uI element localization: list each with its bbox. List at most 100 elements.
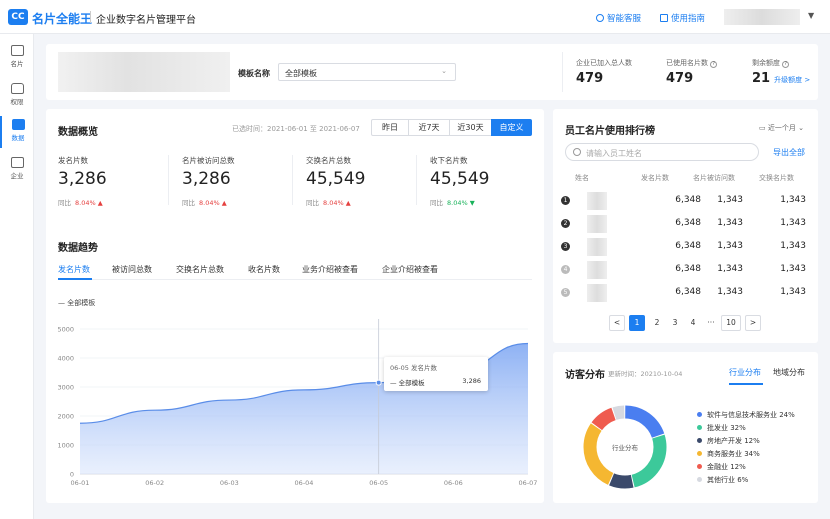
tab-business-intro[interactable]: 业务介绍被查看 bbox=[302, 264, 358, 275]
x-tick-label: 06-05 bbox=[369, 479, 388, 487]
sidebar-item-data[interactable]: 数据 bbox=[0, 116, 34, 148]
visitors-title: 访客分布 bbox=[565, 370, 605, 381]
user-account[interactable] bbox=[724, 9, 800, 25]
series-legend: — 全部模板 bbox=[58, 299, 96, 307]
cell-sent: 6,348 bbox=[675, 287, 701, 297]
kpi-label: 收下名片数 bbox=[430, 156, 468, 165]
export-all-link[interactable]: 导出全部 bbox=[773, 147, 805, 158]
tab-sent[interactable]: 发名片数 bbox=[58, 264, 90, 275]
donut-center-label: 行业分布 bbox=[612, 444, 638, 452]
template-label: 模板名称 bbox=[238, 69, 270, 78]
divider bbox=[90, 11, 91, 23]
y-tick-label: 3000 bbox=[57, 384, 74, 392]
sidebar-item-cards[interactable]: 名片 bbox=[0, 42, 34, 74]
legend-swatch bbox=[697, 451, 702, 456]
cell-exchanged: 1,343 bbox=[780, 218, 806, 228]
cell-sent: 6,348 bbox=[675, 264, 701, 274]
x-tick-label: 06-02 bbox=[145, 479, 164, 487]
legend-swatch bbox=[697, 425, 702, 430]
chart-tooltip: 06-05 发名片数 — 全部模板 3,286 bbox=[384, 357, 488, 391]
book-icon bbox=[660, 14, 668, 22]
legend-item: 其他行业 6% bbox=[697, 475, 748, 485]
divider bbox=[168, 155, 169, 205]
sidebar-item-permissions[interactable]: 权限 bbox=[0, 80, 34, 112]
lock-icon bbox=[10, 83, 24, 94]
card-icon bbox=[10, 45, 24, 56]
page-button[interactable]: 3 bbox=[667, 315, 683, 331]
trend-title: 数据趋势 bbox=[58, 243, 98, 254]
tab-industry[interactable]: 行业分布 bbox=[729, 367, 761, 378]
info-icon[interactable]: ? bbox=[782, 61, 790, 68]
y-tick-label: 0 bbox=[70, 471, 74, 479]
legend-swatch bbox=[697, 464, 702, 469]
legend-item: 房地产开发 12% bbox=[697, 436, 760, 446]
cell-visited: 1,343 bbox=[717, 241, 743, 251]
stat-remaining-quota: 21 升级额度 > bbox=[752, 71, 811, 86]
tooltip-title: 06-05 发名片数 bbox=[390, 364, 437, 372]
stat-label: 剩余额度 ? bbox=[752, 58, 790, 68]
y-tick-label: 1000 bbox=[57, 442, 74, 450]
tab-region[interactable]: 地域分布 bbox=[773, 367, 805, 378]
kpi-label: 发名片数 bbox=[58, 156, 88, 165]
legend-swatch bbox=[697, 477, 702, 482]
rank-badge: 3 bbox=[561, 242, 570, 251]
headset-icon bbox=[596, 14, 604, 22]
x-tick-label: 06-06 bbox=[444, 479, 463, 487]
stat-used-cards: 479 bbox=[666, 71, 694, 86]
stat-label: 已使用名片数 ? bbox=[666, 58, 718, 68]
tab-company-intro[interactable]: 企业介绍被查看 bbox=[382, 264, 438, 275]
updated-time: 更新时间：20210-10-04 bbox=[608, 370, 683, 378]
tab-divider bbox=[58, 279, 532, 280]
y-tick-label: 2000 bbox=[57, 413, 74, 421]
kpi-compare: 同比 8.04% ▼ bbox=[430, 199, 475, 207]
template-select[interactable]: 全部模板 ⌄ bbox=[278, 63, 456, 81]
support-link[interactable]: 智能客服 bbox=[596, 12, 641, 24]
info-icon[interactable]: ? bbox=[710, 61, 718, 68]
column-header: 交换名片数 bbox=[759, 174, 794, 182]
cell-visited: 1,343 bbox=[717, 287, 743, 297]
range-yesterday-button[interactable]: 昨日 bbox=[371, 119, 409, 136]
platform-title: 企业数字名片管理平台 bbox=[96, 15, 196, 26]
page-button[interactable]: 10 bbox=[721, 315, 741, 331]
sidebar-item-enterprise[interactable]: 企业 bbox=[0, 154, 34, 186]
next-page-button[interactable]: > bbox=[745, 315, 761, 331]
tooltip-value: 3,286 bbox=[462, 377, 481, 385]
logo[interactable]: CC bbox=[8, 9, 28, 25]
overview-card: 数据概览 已选时间：2021-06-01 至 2021-06-07 昨日 近7天… bbox=[46, 109, 544, 503]
period-select[interactable]: ▭ 近一个月 ⌄ bbox=[759, 123, 804, 133]
divider bbox=[562, 52, 563, 92]
page-button[interactable]: 4 bbox=[685, 315, 701, 331]
stat-label: 企业已加入总人数 bbox=[576, 59, 632, 67]
cell-exchanged: 1,343 bbox=[780, 195, 806, 205]
range-custom-button[interactable]: 自定义 bbox=[491, 119, 532, 136]
guide-link[interactable]: 使用指南 bbox=[660, 12, 705, 24]
page-button[interactable]: 1 bbox=[629, 315, 645, 331]
upgrade-link[interactable]: 升级额度 > bbox=[774, 76, 810, 84]
x-tick-label: 06-07 bbox=[519, 479, 538, 487]
rank-badge: 5 bbox=[561, 288, 570, 297]
tab-exchanged[interactable]: 交换名片总数 bbox=[176, 264, 224, 275]
rank-badge: 2 bbox=[561, 219, 570, 228]
employee-search-input[interactable]: 请输入员工姓名 bbox=[565, 143, 759, 161]
rank-badge: 4 bbox=[561, 265, 570, 274]
kpi-sent: 3,286 bbox=[58, 169, 107, 189]
page-button[interactable]: 2 bbox=[649, 315, 665, 331]
chart-icon bbox=[11, 119, 25, 130]
chevron-down-icon[interactable]: ▼ bbox=[808, 11, 814, 20]
tab-received[interactable]: 收名片数 bbox=[248, 264, 280, 275]
cell-exchanged: 1,343 bbox=[780, 241, 806, 251]
range-7d-button[interactable]: 近7天 bbox=[408, 119, 450, 136]
kpi-received: 45,549 bbox=[430, 169, 490, 189]
column-header: 发名片数 bbox=[641, 174, 669, 182]
cell-sent: 6,348 bbox=[675, 241, 701, 251]
cell-exchanged: 1,343 bbox=[780, 264, 806, 274]
x-tick-label: 06-01 bbox=[71, 479, 90, 487]
range-30d-button[interactable]: 近30天 bbox=[449, 119, 492, 136]
ranking-title: 员工名片使用排行榜 bbox=[565, 126, 655, 137]
prev-page-button[interactable]: < bbox=[609, 315, 625, 331]
chevron-down-icon: ⌄ bbox=[441, 67, 447, 75]
overview-title: 数据概览 bbox=[58, 127, 98, 138]
x-tick-label: 06-03 bbox=[220, 479, 239, 487]
tab-visited[interactable]: 被访问总数 bbox=[112, 264, 152, 275]
divider bbox=[292, 155, 293, 205]
